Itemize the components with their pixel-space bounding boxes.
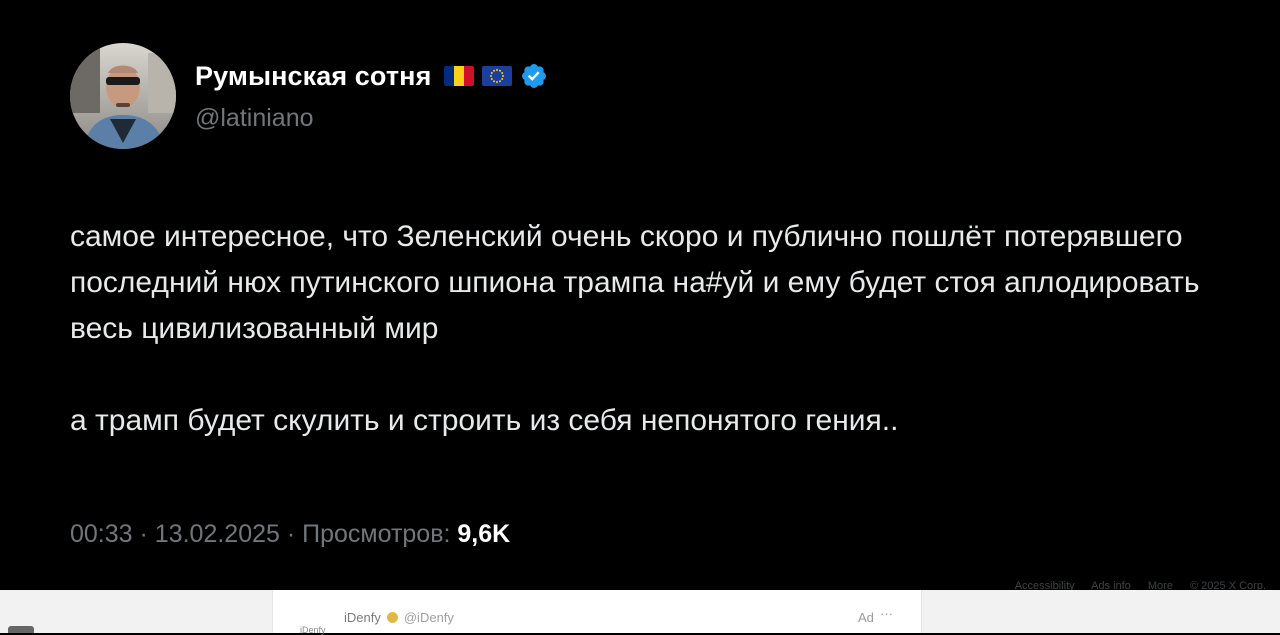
tweet-paragraph: самое интересное, что Зеленский очень ск… bbox=[70, 220, 1200, 345]
meta-separator: · bbox=[279, 520, 303, 548]
tweet-paragraph: а трамп будет скулить и строить из себя … bbox=[70, 404, 899, 437]
views-label: Просмотров: bbox=[302, 520, 451, 548]
meta-separator: · bbox=[132, 520, 155, 548]
author-handle[interactable]: @latiniano bbox=[195, 104, 314, 133]
romania-flag-icon bbox=[444, 66, 475, 86]
author-name-row: Румынская сотня bbox=[195, 58, 548, 94]
ad-author-handle: @iDenfy bbox=[403, 610, 454, 625]
avatar[interactable] bbox=[70, 43, 176, 149]
ad-verified-icon bbox=[386, 612, 398, 623]
display-name[interactable]: Румынская сотня bbox=[195, 61, 431, 92]
tweet-card: Румынская сотня @latiniano самое интерес… bbox=[0, 0, 1280, 592]
ad-label: Ad bbox=[858, 610, 874, 625]
home-icon[interactable] bbox=[8, 626, 34, 633]
tweet-date[interactable]: 13.02.2025 bbox=[155, 520, 280, 548]
ad-logo: iDenfy bbox=[300, 625, 326, 635]
ad-author[interactable]: iDenfy @iDenfy bbox=[344, 610, 454, 625]
tweet-time[interactable]: 00:33 bbox=[70, 520, 133, 548]
avatar-photo bbox=[70, 43, 176, 149]
ad-author-name: iDenfy bbox=[344, 610, 381, 625]
tweet-text: самое интересное, что Зеленский очень ск… bbox=[70, 214, 1250, 444]
eu-flag-icon bbox=[482, 66, 513, 86]
tweet-metadata: 00:33 · 13.02.2025 · Просмотров: 9,6K bbox=[70, 520, 510, 549]
more-options-icon[interactable]: ··· bbox=[880, 606, 893, 621]
verified-badge-icon[interactable] bbox=[520, 62, 548, 90]
bottom-page-strip bbox=[0, 590, 1280, 633]
views-count: 9,6K bbox=[457, 520, 511, 548]
